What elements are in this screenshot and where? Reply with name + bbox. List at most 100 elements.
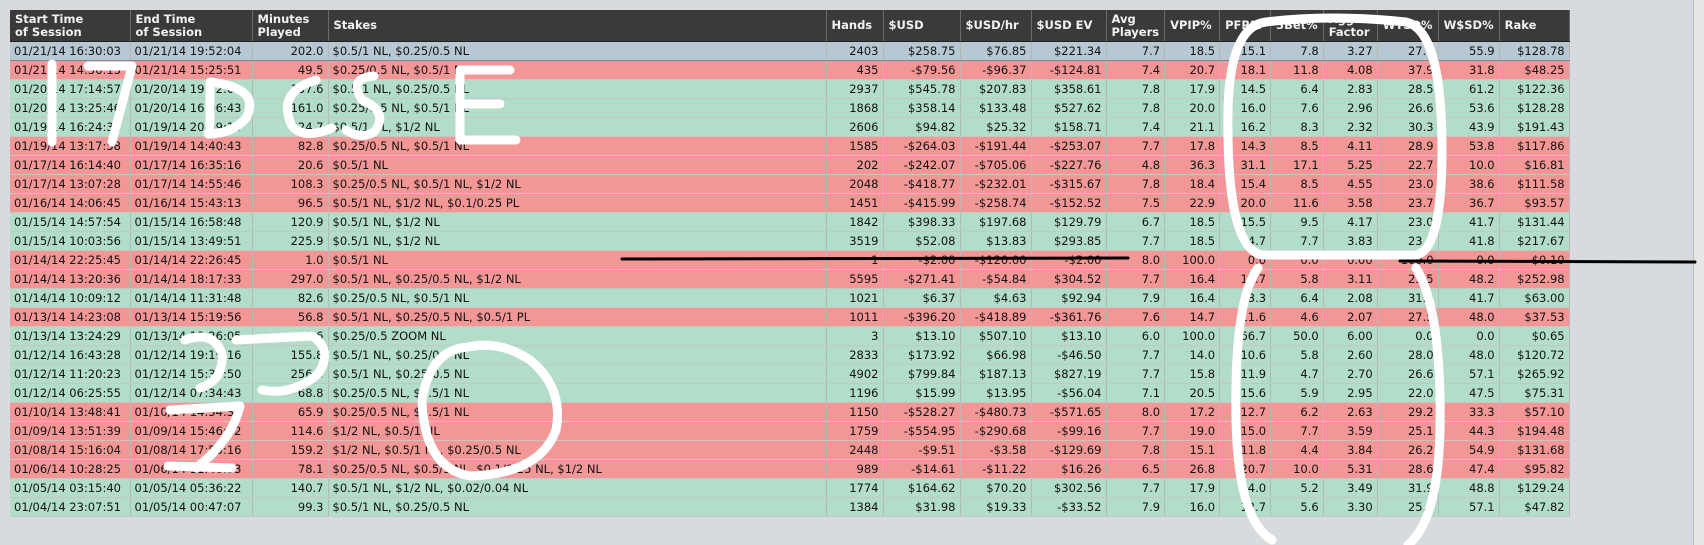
- session-row[interactable]: 01/14/14 10:09:12 01/14/14 11:31:48 82.6 $0…: [10, 288, 1570, 308]
- column-header-vpip[interactable]: VPIP%: [1164, 10, 1221, 42]
- cell-end: 01/21/14 15:25:51: [130, 60, 253, 80]
- cell-agg: 2.32: [1323, 117, 1378, 137]
- column-header-wsd[interactable]: W$SD%: [1438, 10, 1500, 42]
- cell-avgp: 7.8: [1106, 440, 1166, 460]
- cell-rake: $131.68: [1499, 440, 1570, 460]
- cell-usdhr: -$191.44: [960, 136, 1032, 156]
- cell-hands: 1384: [826, 497, 884, 517]
- cell-stakes: $0.5/1 NL, $1/2 NL: [328, 231, 827, 251]
- session-row[interactable]: 01/20/14 17:14:57 01/20/14 19:52:09 157.6 $…: [10, 79, 1570, 99]
- column-header-hands[interactable]: Hands: [826, 10, 884, 42]
- column-header-usdhr[interactable]: $USD/hr: [960, 10, 1032, 42]
- cell-threebet: 6.2: [1270, 402, 1324, 422]
- cell-usd: $31.98: [883, 497, 961, 517]
- session-row[interactable]: 01/14/14 13:20:36 01/14/14 18:17:33 297.0 $…: [10, 269, 1570, 289]
- cell-agg: 3.59: [1323, 421, 1378, 441]
- cell-wsd: 41.7: [1438, 288, 1500, 308]
- cell-pfr: 12.7: [1219, 497, 1272, 517]
- cell-usdhr: $133.48: [960, 98, 1032, 118]
- cell-threebet: 5.6: [1270, 497, 1324, 517]
- cell-stakes: $0.5/1 NL, $0.25/0.5 NL: [328, 345, 827, 365]
- cell-start: 01/05/14 03:15:40: [10, 478, 131, 498]
- vertical-scrollbar[interactable]: [1693, 0, 1704, 545]
- column-header-avgp[interactable]: Avg Players: [1106, 10, 1166, 42]
- cell-vpip: 18.4: [1164, 174, 1221, 194]
- session-row[interactable]: 01/09/14 13:51:39 01/09/14 15:46:12 114.6 $…: [10, 421, 1570, 441]
- session-row[interactable]: 01/10/14 13:48:41 01/10/14 14:54:37 65.9 $0…: [10, 402, 1570, 422]
- session-row[interactable]: 01/12/14 16:43:28 01/12/14 19:19:16 155.8 $…: [10, 345, 1570, 365]
- session-row[interactable]: 01/21/14 14:36:13 01/21/14 15:25:51 49.5 $0…: [10, 60, 1570, 80]
- session-row[interactable]: 01/15/14 14:57:54 01/15/14 16:58:48 120.9 $…: [10, 212, 1570, 232]
- session-row[interactable]: 01/21/14 16:30:03 01/21/14 19:52:04 202.0 $…: [10, 41, 1570, 61]
- session-row[interactable]: 01/20/14 13:25:46 01/20/14 16:06:43 161.0 $…: [10, 98, 1570, 118]
- cell-usdev: $527.62: [1031, 98, 1107, 118]
- cell-start: 01/13/14 14:23:08: [10, 307, 131, 327]
- column-header-usd[interactable]: $USD: [883, 10, 961, 42]
- column-header-minutes[interactable]: Minutes Played: [252, 10, 329, 42]
- cell-usd: -$271.41: [883, 269, 961, 289]
- session-row[interactable]: 01/12/14 11:20:23 01/12/14 15:36:50 256.5 $…: [10, 364, 1570, 384]
- cell-end: 01/16/14 15:43:13: [130, 193, 253, 213]
- cell-stakes: $0.25/0.5 NL, $0.5/1 NL: [328, 60, 827, 80]
- cell-rake: $57.10: [1499, 402, 1570, 422]
- column-header-agg[interactable]: Agg Factor: [1323, 10, 1378, 42]
- cell-wsd: 61.2: [1438, 79, 1500, 99]
- cell-wtsd: 26.6: [1377, 98, 1439, 118]
- cell-end: 01/19/14 14:40:43: [130, 136, 253, 156]
- cell-usdev: -$315.67: [1031, 174, 1107, 194]
- session-row[interactable]: 01/13/14 13:24:29 01/13/14 13:26:05 1.6 $0.…: [10, 326, 1570, 346]
- column-header-end[interactable]: End Time of Session: [130, 10, 253, 42]
- cell-usdhr: $207.83: [960, 79, 1032, 99]
- session-row[interactable]: 01/17/14 13:07:28 01/17/14 14:55:46 108.3 $…: [10, 174, 1570, 194]
- column-header-rake[interactable]: Rake: [1499, 10, 1570, 42]
- session-grid[interactable]: Start Time of Session End Time of Session…: [0, 0, 1704, 545]
- cell-usdhr: -$232.01: [960, 174, 1032, 194]
- session-row[interactable]: 01/14/14 22:25:45 01/14/14 22:26:45 1.0 $0.…: [10, 250, 1570, 270]
- cell-stakes: $0.25/0.5 NL, $0.5/1 NL: [328, 402, 827, 422]
- session-row[interactable]: 01/08/14 15:16:04 01/08/14 17:55:16 159.2 $…: [10, 440, 1570, 460]
- cell-wsd: 44.3: [1438, 421, 1500, 441]
- cell-minutes: 99.3: [252, 497, 329, 517]
- cell-usd: $799.84: [883, 364, 961, 384]
- cell-usdhr: $19.33: [960, 497, 1032, 517]
- cell-agg: 2.83: [1323, 79, 1378, 99]
- cell-threebet: 5.8: [1270, 345, 1324, 365]
- cell-vpip: 14.7: [1164, 307, 1221, 327]
- session-row[interactable]: 01/05/14 03:15:40 01/05/14 05:36:22 140.7 $…: [10, 478, 1570, 498]
- column-header-wtsd[interactable]: WTSD%: [1377, 10, 1439, 42]
- session-row[interactable]: 01/19/14 16:24:31 01/19/14 20:09:19 224.7 $…: [10, 117, 1570, 137]
- column-header-start[interactable]: Start Time of Session: [10, 10, 131, 42]
- cell-minutes: 114.6: [252, 421, 329, 441]
- cell-threebet: 8.5: [1270, 174, 1324, 194]
- cell-agg: 2.70: [1323, 364, 1378, 384]
- cell-end: 01/05/14 05:36:22: [130, 478, 253, 498]
- cell-avgp: 7.7: [1106, 478, 1166, 498]
- cell-minutes: 161.0: [252, 98, 329, 118]
- cell-threebet: 9.5: [1270, 212, 1324, 232]
- session-row[interactable]: 01/19/14 13:17:58 01/19/14 14:40:43 82.8 $0…: [10, 136, 1570, 156]
- session-row[interactable]: 01/04/14 23:07:51 01/05/14 00:47:07 99.3 $0…: [10, 497, 1570, 517]
- cell-usdev: -$99.16: [1031, 421, 1107, 441]
- column-header-pfr[interactable]: PFR%: [1219, 10, 1272, 42]
- cell-end: 01/10/14 14:54:37: [130, 402, 253, 422]
- cell-usdhr: -$120.00: [960, 250, 1032, 270]
- cell-hands: 2606: [826, 117, 884, 137]
- session-row[interactable]: 01/16/14 14:06:45 01/16/14 15:43:13 96.5 $0…: [10, 193, 1570, 213]
- cell-pfr: 16.2: [1219, 117, 1272, 137]
- session-row[interactable]: 01/13/14 14:23:08 01/13/14 15:19:56 56.8 $0…: [10, 307, 1570, 327]
- cell-usd: $258.75: [883, 41, 961, 61]
- cell-hands: 2048: [826, 174, 884, 194]
- cell-usdhr: $66.98: [960, 345, 1032, 365]
- session-row[interactable]: 01/17/14 16:14:40 01/17/14 16:35:16 20.6 $0…: [10, 155, 1570, 175]
- column-header-usdev[interactable]: $USD EV: [1031, 10, 1107, 42]
- cell-minutes: 202.0: [252, 41, 329, 61]
- cell-usdev: $304.52: [1031, 269, 1107, 289]
- column-header-stakes[interactable]: Stakes: [328, 10, 827, 42]
- column-header-threebet[interactable]: 3Bet%: [1270, 10, 1324, 42]
- session-row[interactable]: 01/15/14 10:03:56 01/15/14 13:49:51 225.9 $…: [10, 231, 1570, 251]
- session-row[interactable]: 01/12/14 06:25:55 01/12/14 07:34:43 68.8 $0…: [10, 383, 1570, 403]
- session-row[interactable]: 01/06/14 10:28:25 01/06/14 11:46:33 78.1 $0…: [10, 459, 1570, 479]
- cell-hands: 2833: [826, 345, 884, 365]
- cell-agg: 0.00: [1323, 250, 1378, 270]
- cell-avgp: 7.9: [1106, 288, 1166, 308]
